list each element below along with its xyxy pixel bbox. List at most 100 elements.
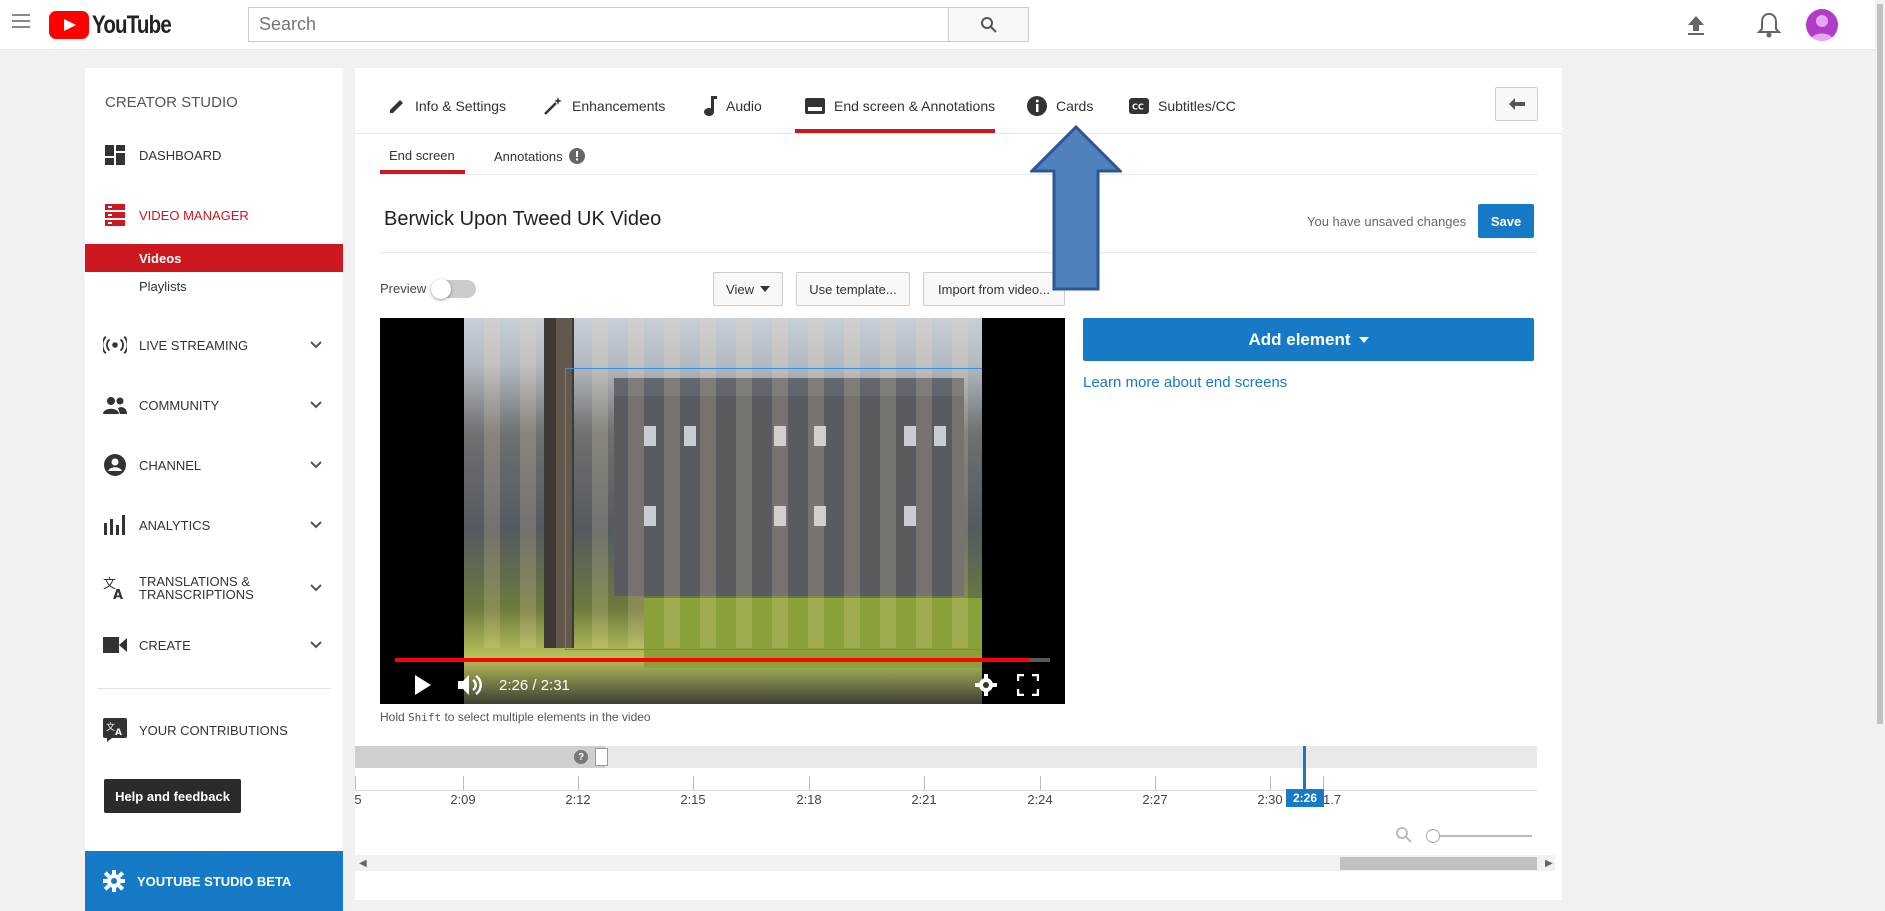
sidebar-item-live-streaming[interactable]: LIVE STREAMING xyxy=(85,330,343,360)
add-element-button[interactable]: Add element xyxy=(1083,318,1534,361)
live-streaming-icon xyxy=(103,336,127,354)
timeline-drag-handle[interactable] xyxy=(595,748,608,766)
sidebar-item-label: CHANNEL xyxy=(139,457,202,473)
timeline-tick xyxy=(463,776,464,790)
timeline-tick xyxy=(1040,776,1041,790)
sidebar-item-analytics[interactable]: ANALYTICS xyxy=(85,510,343,540)
sidebar-item-label: TRANSLATIONS & TRANSCRIPTIONS xyxy=(139,574,254,602)
tab-audio[interactable]: Audio xyxy=(703,94,762,118)
scroll-left-arrow-icon[interactable]: ◀ xyxy=(359,858,367,869)
search-icon xyxy=(980,16,997,33)
help-and-feedback-button[interactable]: Help and feedback xyxy=(104,779,241,813)
tab-info-settings[interactable]: Info & Settings xyxy=(388,94,506,118)
annotation-up-arrow xyxy=(1030,125,1122,291)
analytics-icon xyxy=(104,515,125,535)
back-button[interactable] xyxy=(1495,87,1538,121)
sidebar-item-label: DASHBOARD xyxy=(139,147,222,163)
search-input[interactable] xyxy=(248,7,949,42)
player-progress-fill xyxy=(395,658,1029,662)
timeline-scrollbar-thumb[interactable] xyxy=(1340,857,1537,870)
view-dropdown-button[interactable]: View xyxy=(713,272,783,306)
timeline-tick-label: 2:30 xyxy=(1257,792,1283,807)
timeline-tick xyxy=(924,776,925,790)
scroll-right-arrow-icon[interactable]: ▶ xyxy=(1545,858,1553,869)
sidebar-item-channel[interactable]: CHANNEL xyxy=(85,450,343,480)
volume-icon[interactable] xyxy=(458,673,484,697)
timeline-tick xyxy=(693,776,694,790)
tab-label: Info & Settings xyxy=(415,98,507,114)
menu-icon[interactable] xyxy=(12,14,30,30)
chevron-down-icon[interactable] xyxy=(309,518,323,532)
svg-text:文: 文 xyxy=(106,721,115,733)
chevron-down-icon[interactable] xyxy=(309,458,323,472)
timeline-tick xyxy=(1323,776,1324,790)
timeline-tick xyxy=(809,776,810,790)
magic-wand-icon xyxy=(544,97,562,115)
video-player[interactable]: 2:26 / 2:31 xyxy=(380,318,1065,704)
sidebar-item-video-manager[interactable]: VIDEO MANAGER xyxy=(85,200,343,230)
sidebar-item-dashboard[interactable]: DASHBOARD xyxy=(85,140,343,170)
cc-icon: CC xyxy=(1129,98,1149,114)
sidebar: CREATOR STUDIO DASHBOARD VIDEO MANAGER V… xyxy=(85,68,343,911)
chevron-down-icon[interactable] xyxy=(309,338,323,352)
sidebar-item-contributions[interactable]: 文A YOUR CONTRIBUTIONS xyxy=(85,715,343,745)
sidebar-subitem-videos[interactable]: Videos xyxy=(85,244,343,272)
gear-icon xyxy=(103,870,125,892)
preview-toggle[interactable] xyxy=(431,279,476,299)
page-scrollbar[interactable] xyxy=(1875,0,1885,911)
tab-subtitles[interactable]: CC Subtitles/CC xyxy=(1129,94,1236,118)
fullscreen-icon[interactable] xyxy=(1017,674,1039,696)
sidebar-item-translations[interactable]: 文A TRANSLATIONS & TRANSCRIPTIONS xyxy=(85,570,343,606)
learn-more-link[interactable]: Learn more about end screens xyxy=(1083,374,1287,391)
subtab-end-screen[interactable]: End screen xyxy=(389,148,455,163)
timeline-tick xyxy=(1270,776,1271,790)
end-screen-element-box[interactable] xyxy=(565,368,982,650)
timeline-tick-label: 2:15 xyxy=(680,792,706,807)
add-element-label: Add element xyxy=(1248,329,1351,349)
logo-text: YouTube xyxy=(92,10,172,39)
preview-label: Preview xyxy=(380,281,427,296)
upload-icon[interactable] xyxy=(1683,12,1709,38)
avatar[interactable] xyxy=(1806,9,1838,41)
save-button[interactable]: Save xyxy=(1478,204,1534,238)
subtab-annotations[interactable]: Annotations xyxy=(494,148,585,164)
video-manager-icon xyxy=(105,204,125,226)
zoom-slider-knob[interactable] xyxy=(1426,829,1440,843)
sidebar-item-community[interactable]: COMMUNITY xyxy=(85,390,343,420)
timeline-tick xyxy=(355,776,356,790)
zoom-slider-track[interactable] xyxy=(1432,835,1532,837)
contributions-icon: 文A xyxy=(103,718,127,742)
timeline-tick-label: 2:09 xyxy=(450,792,476,807)
back-arrow-icon xyxy=(1508,98,1525,110)
youtube-logo[interactable]: YouTube xyxy=(49,11,188,39)
channel-icon xyxy=(104,454,126,476)
youtube-play-icon xyxy=(49,11,89,39)
user-icon xyxy=(1810,15,1834,41)
video-camera-icon xyxy=(103,637,127,653)
svg-text:A: A xyxy=(115,728,122,738)
youtube-studio-beta-button[interactable]: YOUTUBE STUDIO BETA xyxy=(85,851,343,911)
sidebar-item-create[interactable]: CREATE xyxy=(85,630,343,660)
sidebar-item-label: CREATE xyxy=(139,637,191,653)
tab-label: Subtitles/CC xyxy=(1158,98,1236,114)
caret-down-icon xyxy=(1358,336,1369,343)
tab-end-screen-annotations[interactable]: End screen & Annotations xyxy=(805,94,995,118)
title-divider xyxy=(380,252,1537,253)
sidebar-item-label: LIVE STREAMING xyxy=(139,337,249,353)
tab-enhancements[interactable]: Enhancements xyxy=(543,94,665,118)
play-icon[interactable] xyxy=(413,673,433,697)
settings-gear-icon[interactable] xyxy=(975,674,997,696)
timeline-tick-label: 2:18 xyxy=(796,792,822,807)
timeline-help-icon[interactable]: ? xyxy=(574,750,588,764)
sidebar-subitem-playlists[interactable]: Playlists xyxy=(85,272,343,300)
chevron-down-icon[interactable] xyxy=(309,638,323,652)
tab-cards[interactable]: Cards xyxy=(1027,94,1093,118)
chevron-down-icon[interactable] xyxy=(309,581,323,595)
chevron-down-icon[interactable] xyxy=(309,398,323,412)
search-button[interactable] xyxy=(949,7,1029,42)
hold-shift-hint: Hold Shift to select multiple elements i… xyxy=(380,710,651,724)
use-template-button[interactable]: Use template... xyxy=(796,272,910,306)
svg-text:CC: CC xyxy=(1132,103,1144,112)
timeline-tick-label: 2:12 xyxy=(565,792,591,807)
notifications-bell-icon[interactable] xyxy=(1756,11,1782,39)
